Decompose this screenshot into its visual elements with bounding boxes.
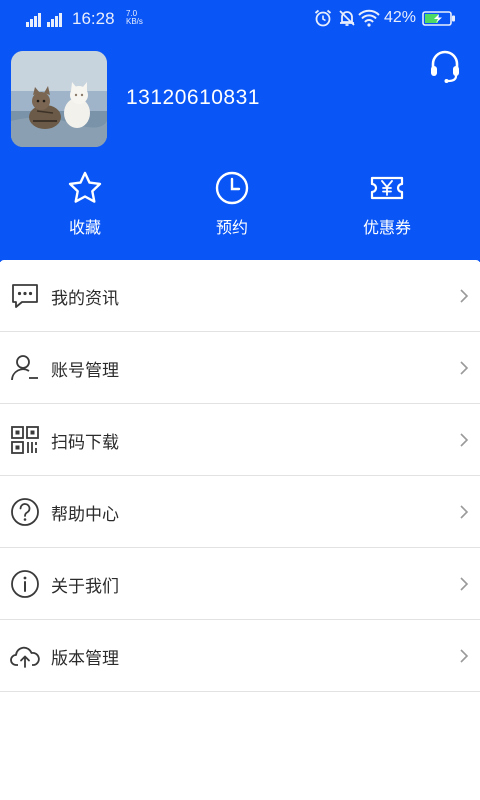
- menu-item-scan-download[interactable]: 扫码下载: [0, 404, 480, 476]
- mute-icon: [339, 10, 355, 26]
- clock-icon: [215, 171, 249, 205]
- menu-item-about-us[interactable]: 关于我们: [0, 548, 480, 620]
- battery-icon: [422, 11, 455, 26]
- coupon-icon: [370, 176, 404, 200]
- menu-item-account[interactable]: 账号管理: [0, 332, 480, 404]
- headset-icon[interactable]: [428, 48, 462, 84]
- cloud-upload-icon: [10, 646, 40, 668]
- qr-code-icon: [11, 426, 39, 454]
- menu-item-label: 账号管理: [51, 361, 119, 381]
- chevron-right-icon: [460, 433, 469, 447]
- alarm-icon: [314, 9, 332, 27]
- menu-item-my-news[interactable]: 我的资讯: [0, 260, 480, 332]
- menu-item-label: 我的资讯: [51, 289, 119, 309]
- cat-photo: [11, 51, 107, 147]
- wifi-icon: [358, 9, 380, 27]
- chevron-right-icon: [460, 577, 469, 591]
- battery-percent: 42%: [384, 9, 417, 26]
- quick-action-coupons[interactable]: 优惠券: [332, 170, 442, 240]
- chevron-right-icon: [460, 361, 469, 375]
- menu-item-label: 版本管理: [51, 649, 119, 669]
- network-speed: 7.0 KB/s: [126, 9, 143, 26]
- message-icon: [12, 284, 38, 308]
- menu-item-help-center[interactable]: 帮助中心: [0, 476, 480, 548]
- chevron-right-icon: [460, 289, 469, 303]
- quick-action-favorites[interactable]: 收藏: [30, 170, 140, 240]
- avatar[interactable]: [11, 51, 107, 147]
- phone-number[interactable]: 13120610831: [126, 86, 260, 110]
- help-icon: [11, 498, 39, 526]
- star-icon: [68, 171, 102, 203]
- menu-item-version[interactable]: 版本管理: [0, 620, 480, 692]
- quick-action-appointment[interactable]: 预约: [177, 170, 287, 240]
- settings-menu: 我的资讯 账号管理 扫码下载 帮助中心 关于我们 版本管理: [0, 260, 480, 692]
- chevron-right-icon: [460, 505, 469, 519]
- chevron-right-icon: [460, 649, 469, 663]
- signal-icon: [26, 13, 62, 27]
- menu-item-label: 帮助中心: [51, 505, 119, 525]
- account-icon: [11, 355, 38, 381]
- quick-action-label: 优惠券: [362, 218, 411, 237]
- quick-action-label: 预约: [215, 218, 248, 237]
- status-bar: 16:28 7.0 KB/s 42%: [0, 0, 480, 36]
- menu-item-label: 扫码下载: [51, 433, 119, 453]
- quick-action-label: 收藏: [68, 218, 101, 237]
- menu-item-label: 关于我们: [51, 577, 119, 597]
- info-icon: [11, 570, 39, 598]
- profile-header: 16:28 7.0 KB/s 42% 13120610831 收藏 预约 优惠券: [0, 0, 480, 262]
- status-time: 16:28: [72, 9, 115, 28]
